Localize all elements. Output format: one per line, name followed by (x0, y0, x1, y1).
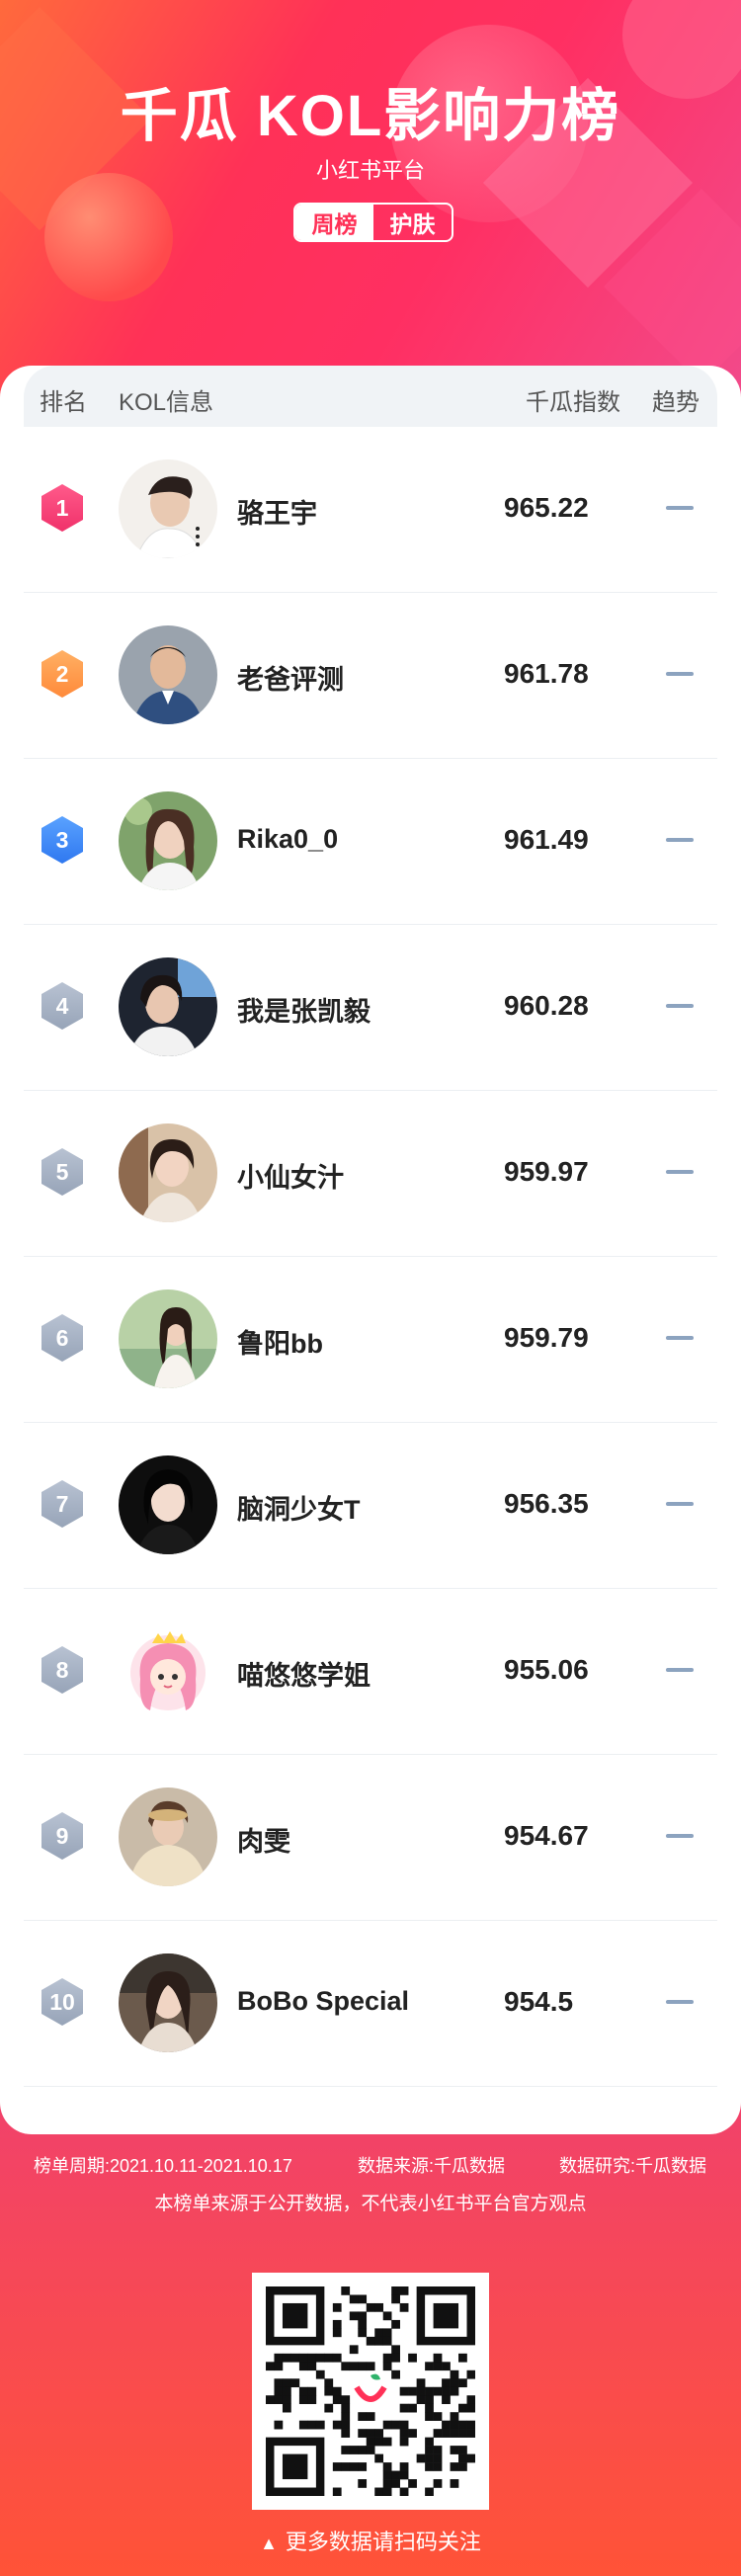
trend-flat-icon (666, 1668, 694, 1672)
avatar[interactable] (119, 1787, 217, 1886)
avatar[interactable] (119, 1123, 217, 1222)
header-rank: 排名 (40, 389, 87, 416)
qr-cta-label: 更多数据请扫码关注 (285, 2530, 481, 2554)
table-row[interactable]: 4 我是张凯毅 960.28 (24, 925, 717, 1091)
table-row[interactable]: 9 肉雯 954.67 (24, 1755, 717, 1921)
triangle-up-icon: ▲ (260, 2534, 278, 2553)
avatar[interactable] (119, 957, 217, 1056)
table-row[interactable]: 8 喵悠悠学姐 955.06 (24, 1589, 717, 1755)
trend-flat-icon (666, 1336, 694, 1340)
table-header: 排名 KOL信息 千瓜指数 趋势 (24, 366, 717, 427)
tab-category[interactable]: 护肤 (373, 205, 452, 240)
avatar[interactable] (119, 625, 217, 724)
qr-code[interactable] (252, 2273, 489, 2510)
decor-circle (44, 173, 173, 301)
kol-name[interactable]: 我是张凯毅 (237, 990, 370, 1029)
table-row[interactable]: 10 BoBo Special 954.5 (24, 1921, 717, 2087)
rank-badge: 3 (41, 816, 83, 864)
table-row[interactable]: 3 Rika0_0 961.49 (24, 759, 717, 925)
kol-name[interactable]: 老爸评测 (237, 658, 344, 697)
qr-code-icon (266, 2286, 476, 2497)
rank-badge: 4 (41, 982, 83, 1030)
avatar[interactable] (119, 791, 217, 890)
tab-group: 周榜 护肤 (293, 203, 453, 242)
tab-period[interactable]: 周榜 (295, 205, 373, 240)
avatar[interactable] (119, 459, 217, 558)
rank-badge: 6 (41, 1314, 83, 1362)
qiangua-index: 954.67 (504, 1820, 589, 1851)
qiangua-index: 956.35 (504, 1488, 589, 1519)
qiangua-index: 959.97 (504, 1156, 589, 1187)
trend-flat-icon (666, 506, 694, 510)
rank-badge: 10 (41, 1978, 83, 2026)
table-row[interactable]: 1 骆王宇 965.22 (24, 427, 717, 593)
trend-flat-icon (666, 1502, 694, 1506)
disclaimer: 本榜单来源于公开数据，不代表小红书平台官方观点 (154, 2194, 587, 2214)
data-source: 数据来源:千瓜数据 (358, 2156, 506, 2176)
rank-badge: 5 (41, 1148, 83, 1196)
table-row[interactable]: 5 小仙女汁 959.97 (24, 1091, 717, 1257)
kol-name[interactable]: 脑洞少女T (237, 1488, 361, 1527)
avatar[interactable] (119, 1289, 217, 1388)
avatar[interactable] (119, 1621, 217, 1720)
kol-name[interactable]: Rika0_0 (237, 824, 338, 855)
kol-name[interactable]: 肉雯 (237, 1820, 290, 1859)
kol-name[interactable]: 骆王宇 (237, 492, 317, 531)
rank-badge: 9 (41, 1812, 83, 1860)
trend-flat-icon (666, 1834, 694, 1838)
kol-name[interactable]: BoBo Special (237, 1986, 409, 2017)
table-row[interactable]: 7 脑洞少女T 956.35 (24, 1423, 717, 1589)
avatar[interactable] (119, 1455, 217, 1554)
rank-badge: 1 (41, 484, 83, 532)
qiangua-index: 961.49 (504, 824, 589, 855)
qiangua-index: 965.22 (504, 492, 589, 523)
rank-badge: 7 (41, 1480, 83, 1528)
qr-cta[interactable]: ▲ 更多数据请扫码关注 (0, 2525, 741, 2556)
trend-flat-icon (666, 838, 694, 842)
table-row[interactable]: 6 鲁阳bb 959.79 (24, 1257, 717, 1423)
qiangua-index: 954.5 (504, 1986, 574, 2017)
kol-name[interactable]: 鲁阳bb (237, 1322, 323, 1361)
rank-badge: 2 (41, 650, 83, 698)
kol-name[interactable]: 小仙女汁 (237, 1156, 344, 1195)
trend-flat-icon (666, 1004, 694, 1008)
ranking-card: 排名 KOL信息 千瓜指数 趋势 1 骆王宇 965.22 2 老爸评测 961… (0, 366, 741, 2134)
qiangua-index: 960.28 (504, 990, 589, 1021)
table-row[interactable]: 2 老爸评测 961.78 (24, 593, 717, 759)
page-title: 千瓜 KOL影响力榜 (120, 84, 621, 148)
header-info: KOL信息 (119, 389, 214, 416)
ranking-period: 榜单周期:2021.10.11-2021.10.17 (34, 2156, 292, 2176)
qiangua-index: 961.78 (504, 658, 589, 689)
kol-name[interactable]: 喵悠悠学姐 (237, 1654, 370, 1693)
qiangua-index: 955.06 (504, 1654, 589, 1685)
platform-label: 小红书平台 (315, 158, 425, 183)
header-banner: 千瓜 KOL影响力榜 小红书平台 周榜 护肤 (0, 0, 741, 395)
header-trend: 趋势 (652, 389, 700, 416)
header-score: 千瓜指数 (526, 389, 620, 416)
avatar[interactable] (119, 1953, 217, 2052)
trend-flat-icon (666, 672, 694, 676)
qiangua-index: 959.79 (504, 1322, 589, 1353)
trend-flat-icon (666, 1170, 694, 1174)
data-research: 数据研究:千瓜数据 (559, 2156, 707, 2176)
trend-flat-icon (666, 2000, 694, 2004)
rank-badge: 8 (41, 1646, 83, 1694)
